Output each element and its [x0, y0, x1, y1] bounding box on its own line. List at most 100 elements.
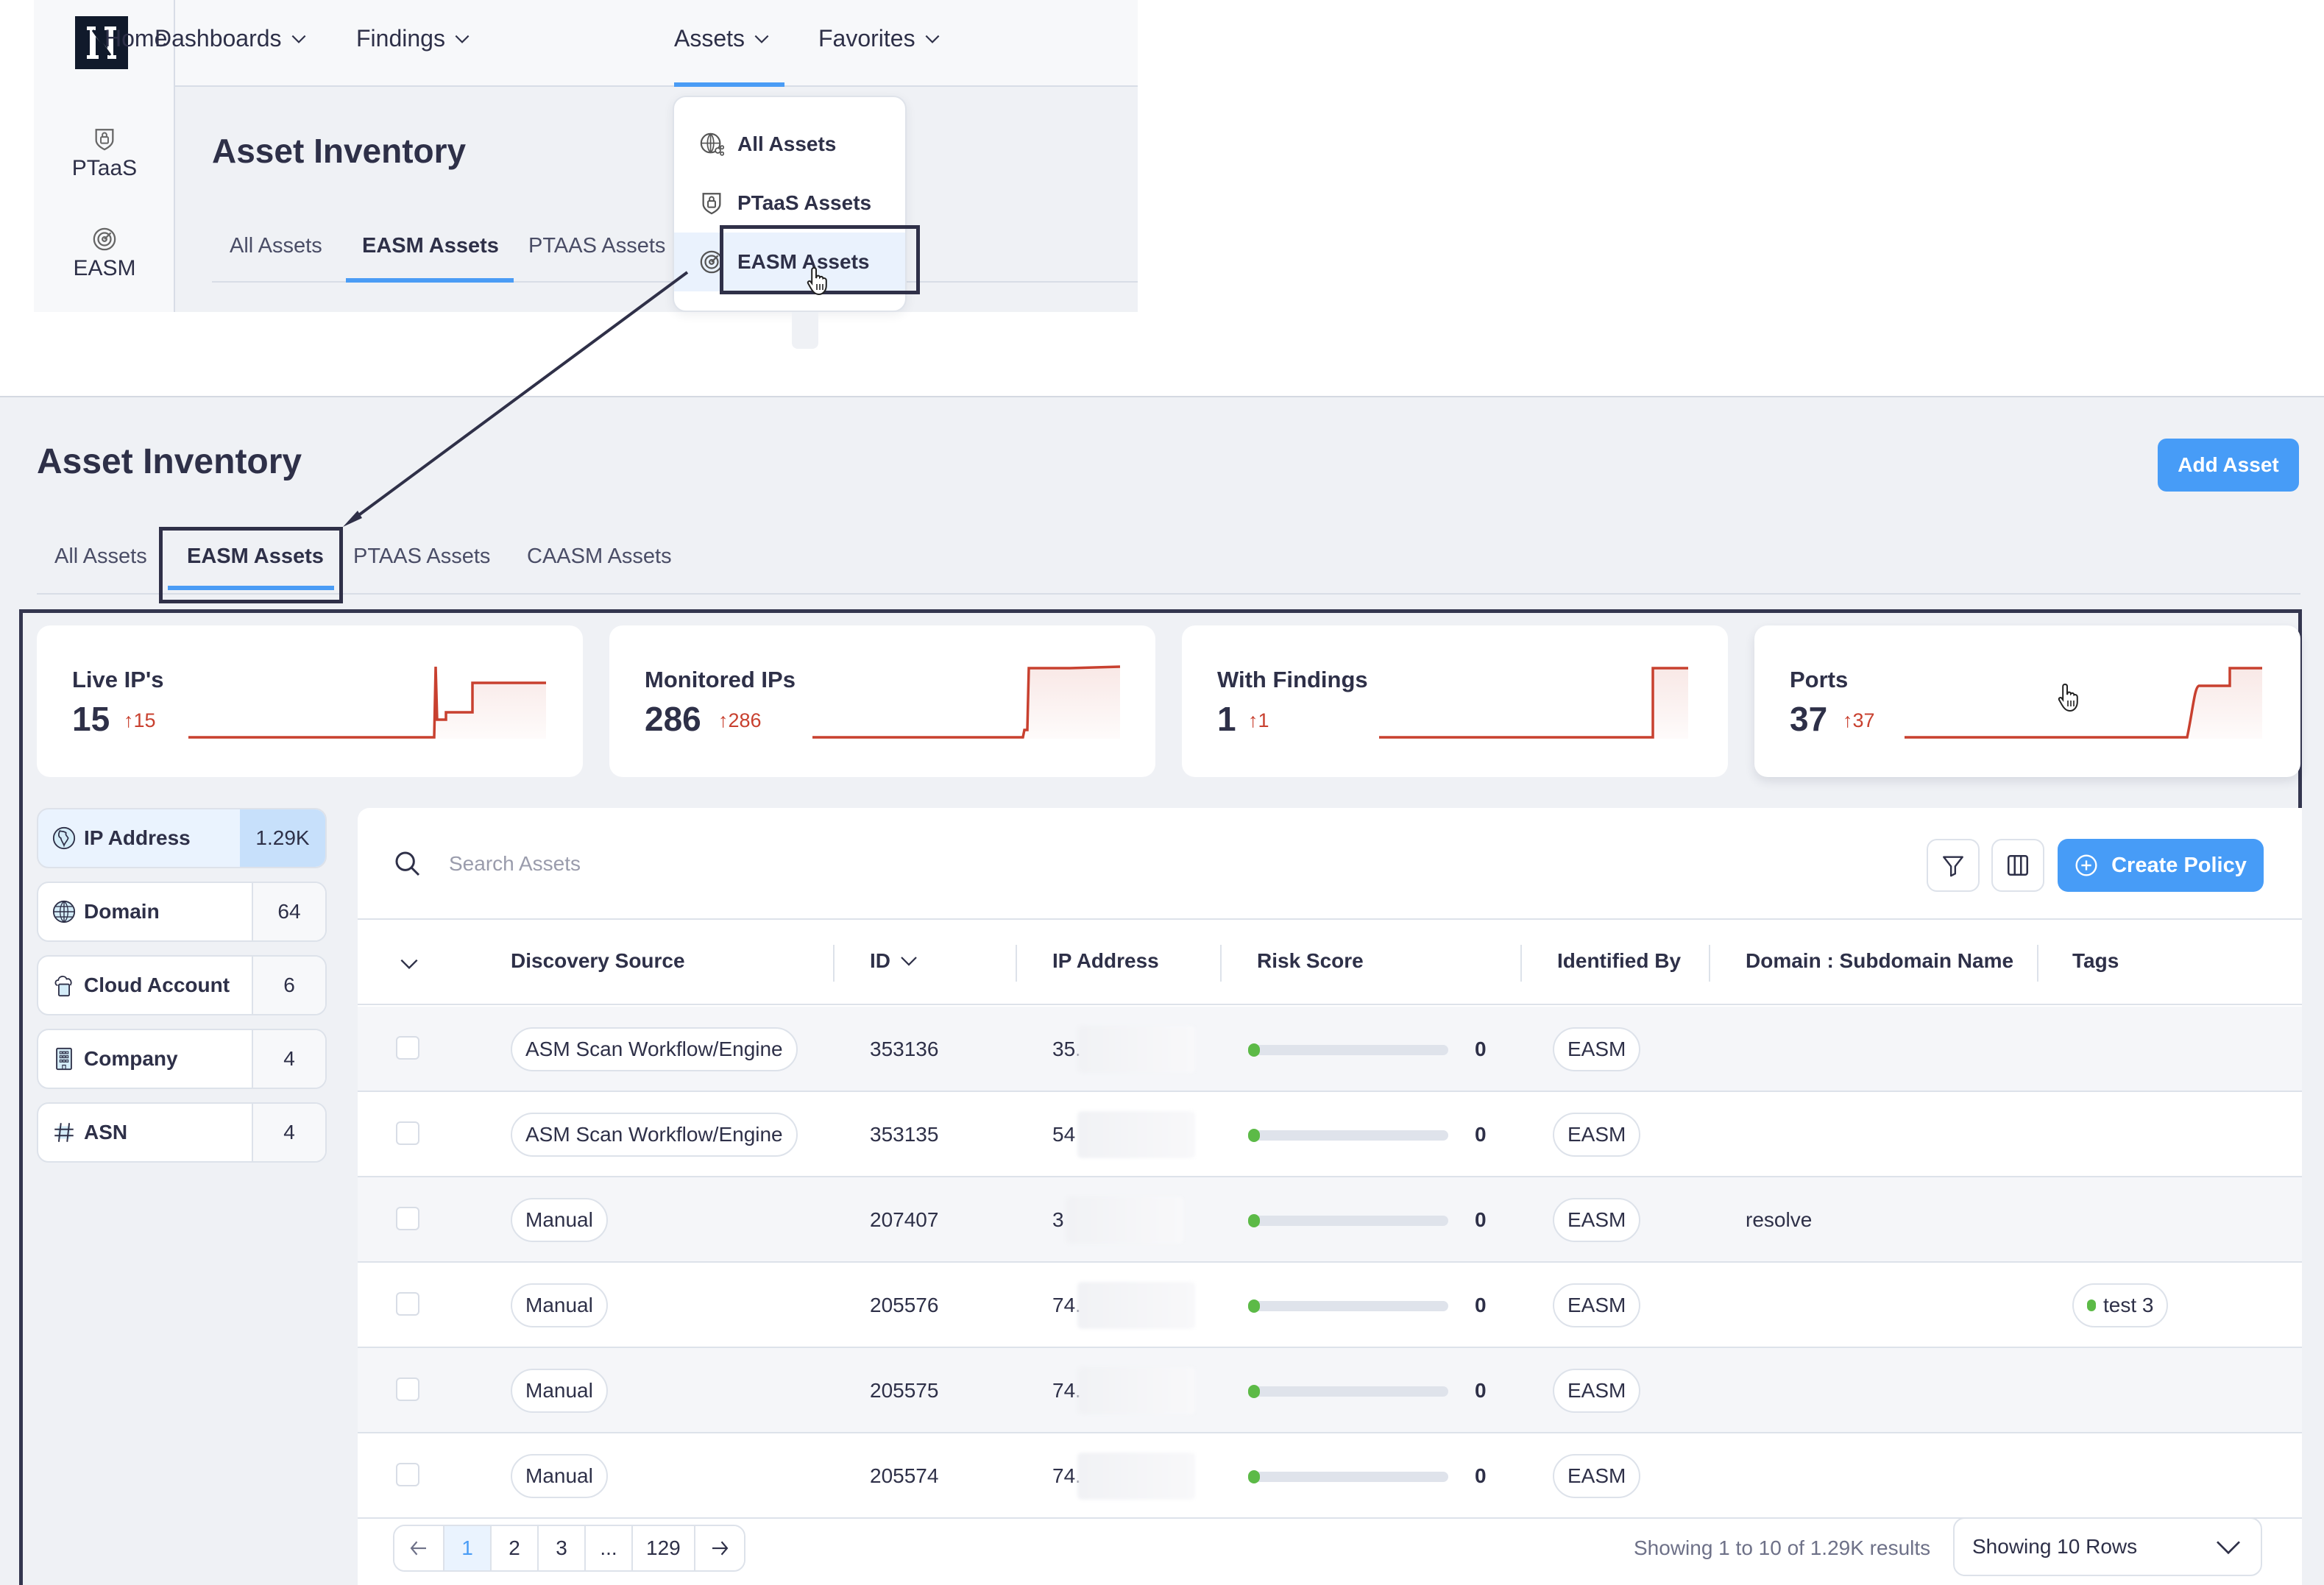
inset-tab-ptaas-assets[interactable]: PTAAS Assets — [528, 234, 665, 258]
search-assets-input[interactable] — [449, 843, 1553, 884]
chevron-down-icon[interactable] — [397, 952, 421, 976]
column-header-id[interactable]: ID — [870, 949, 920, 973]
table-row[interactable]: ASM Scan Workflow/Engine 353135 54 0 EASM — [358, 1092, 2302, 1177]
column-header-tags[interactable]: Tags — [2072, 949, 2119, 973]
row-checkbox[interactable] — [396, 1036, 419, 1060]
sidebar-item-easm[interactable]: EASM — [34, 227, 175, 281]
asset-type-label: Domain — [84, 900, 160, 923]
tag-badge[interactable]: test 3 — [2072, 1283, 2169, 1327]
sparkline-ports — [1905, 667, 2262, 739]
pagination: 1 2 3 ... 129 — [393, 1525, 745, 1572]
stat-delta-value: 286 — [728, 709, 762, 731]
previous-page-button[interactable] — [394, 1526, 444, 1570]
page-button[interactable]: 2 — [492, 1526, 539, 1570]
risk-score-bar — [1253, 1472, 1448, 1482]
risk-score-bar — [1253, 1045, 1448, 1055]
redacted-ip-region — [1077, 1282, 1195, 1329]
asset-type-asn[interactable]: ASN 4 — [37, 1102, 327, 1163]
risk-score-value: 0 — [1475, 1379, 1487, 1402]
columns-button[interactable] — [1991, 839, 2044, 892]
stat-delta: ↑286 — [718, 709, 762, 732]
menu-item-ptaas-assets[interactable]: PTaaS Assets — [674, 174, 905, 233]
column-header-discovery-source[interactable]: Discovery Source — [511, 949, 685, 973]
inset-tab-easm-assets[interactable]: EASM Assets — [362, 234, 499, 258]
arrow-right-icon — [712, 1541, 729, 1556]
sparkline-monitored-ips — [812, 665, 1121, 739]
asset-type-cloud-account[interactable]: Cloud Account 6 — [37, 955, 327, 1015]
risk-score-bar — [1253, 1216, 1448, 1226]
column-resize-handle[interactable] — [1016, 945, 1017, 982]
hash-icon — [54, 1123, 74, 1142]
table-row[interactable]: Manual 205576 74. 0 EASM test 3 — [358, 1263, 2302, 1348]
asset-id[interactable]: 353135 — [870, 1123, 938, 1146]
stat-card-ports[interactable]: Ports 37 ↑37 — [1754, 625, 2300, 777]
column-header-ip-address[interactable]: IP Address — [1052, 949, 1159, 973]
redacted-ip-region — [1066, 1196, 1183, 1244]
table-row[interactable]: Manual 207407 3 0 EASM resolve — [358, 1177, 2302, 1263]
stat-card-live-ips[interactable]: Live IP's 15 ↑15 — [37, 625, 583, 777]
asset-id[interactable]: 205576 — [870, 1294, 938, 1317]
row-checkbox[interactable] — [396, 1377, 419, 1401]
next-page-button[interactable] — [695, 1526, 744, 1570]
table-row[interactable]: Manual 205575 74. 0 EASM — [358, 1348, 2302, 1433]
rows-per-page-select[interactable]: Showing 10 Rows — [1953, 1517, 2262, 1576]
asset-type-domain[interactable]: Domain 64 — [37, 882, 327, 942]
ip-address[interactable]: 3 — [1052, 1208, 1064, 1232]
row-checkbox[interactable] — [396, 1207, 419, 1230]
column-header-domain-subdomain[interactable]: Domain : Subdomain Name — [1746, 949, 2013, 973]
column-resize-handle[interactable] — [2037, 945, 2038, 982]
page-button[interactable]: 129 — [633, 1526, 695, 1570]
nav-dashboards[interactable]: Dashboards — [155, 25, 308, 52]
column-resize-handle[interactable] — [1520, 945, 1522, 982]
column-resize-handle[interactable] — [1220, 945, 1222, 982]
tab-all-assets[interactable]: All Assets — [54, 545, 147, 569]
nav-findings[interactable]: Findings — [356, 25, 472, 52]
ip-address[interactable]: 54 — [1052, 1123, 1075, 1146]
results-count-text: Showing 1 to 10 of 1.29K results — [1634, 1536, 1931, 1559]
page-ellipsis: ... — [586, 1526, 633, 1570]
assets-table-panel: Create Policy Discovery Source ID IP Add… — [358, 808, 2302, 1585]
tab-ptaas-assets[interactable]: PTAAS Assets — [353, 545, 490, 569]
filter-icon — [1943, 856, 1963, 877]
page-button[interactable]: 3 — [539, 1526, 586, 1570]
filter-button[interactable] — [1927, 839, 1980, 892]
row-checkbox[interactable] — [396, 1292, 419, 1316]
asset-type-company[interactable]: Company 4 — [37, 1029, 327, 1089]
stat-label: Live IP's — [72, 667, 164, 692]
create-policy-button[interactable]: Create Policy — [2058, 839, 2264, 892]
column-header-risk-score[interactable]: Risk Score — [1257, 949, 1364, 973]
asset-id[interactable]: 353136 — [870, 1038, 938, 1061]
asset-id[interactable]: 205575 — [870, 1379, 938, 1403]
column-header-label: IP Address — [1052, 949, 1159, 972]
row-checkbox[interactable] — [396, 1463, 419, 1486]
row-checkbox[interactable] — [396, 1121, 419, 1145]
identified-by-badge: EASM — [1553, 1454, 1641, 1498]
nav-favorites[interactable]: Favorites — [818, 25, 942, 52]
inset-tab-all-assets[interactable]: All Assets — [230, 234, 322, 258]
table-row[interactable]: ASM Scan Workflow/Engine 353136 35. 0 EASM — [358, 1007, 2302, 1092]
sidebar-item-ptaas[interactable]: PTaaS — [34, 127, 175, 181]
column-resize-handle[interactable] — [1709, 945, 1710, 982]
table-row[interactable]: Manual 205574 74. 0 EASM — [358, 1433, 2302, 1519]
discovery-source-badge: Manual — [511, 1198, 608, 1242]
chevron-down-icon — [925, 35, 940, 43]
redacted-ip-region — [1077, 1026, 1195, 1073]
column-resize-handle[interactable] — [833, 945, 835, 982]
asset-id[interactable]: 207407 — [870, 1208, 938, 1232]
page-button[interactable]: 1 — [444, 1526, 492, 1570]
nav-assets-label: Assets — [674, 25, 745, 52]
nav-assets[interactable]: Assets — [674, 25, 771, 52]
menu-item-all-assets[interactable]: All Assets — [674, 115, 905, 174]
sort-chevron-down-icon — [901, 957, 917, 966]
asset-id[interactable]: 205574 — [870, 1464, 938, 1488]
asset-type-ip-address[interactable]: IP Address 1.29K — [37, 808, 327, 868]
hand-cursor-icon — [807, 266, 827, 296]
add-asset-button[interactable]: Add Asset — [2158, 439, 2299, 492]
tab-caasm-assets[interactable]: CAASM Assets — [527, 545, 672, 569]
dropdown-tail — [792, 312, 818, 349]
stat-card-with-findings[interactable]: With Findings 1 ↑1 — [1182, 625, 1728, 777]
asset-type-count: 6 — [252, 957, 325, 1014]
stat-card-monitored-ips[interactable]: Monitored IPs 286 ↑286 — [609, 625, 1155, 777]
column-header-identified-by[interactable]: Identified By — [1557, 949, 1681, 973]
column-header-label: Discovery Source — [511, 949, 685, 972]
